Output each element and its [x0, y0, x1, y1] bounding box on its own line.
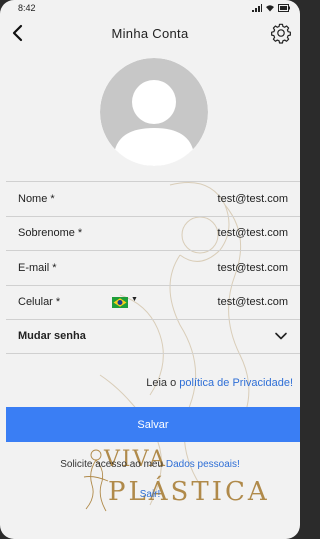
- privacy-policy-link[interactable]: política de Privacidade!: [179, 377, 293, 389]
- brand-logo: VIVA PLÁSTICA: [83, 447, 267, 517]
- field-label: Sobrenome *: [18, 227, 83, 240]
- country-dropdown-caret-icon[interactable]: ▼: [131, 296, 138, 303]
- field-label: Nome *: [18, 192, 55, 205]
- save-button[interactable]: Salvar: [6, 407, 300, 442]
- field-label: E-mail *: [18, 261, 57, 274]
- chevron-down-icon[interactable]: [274, 329, 288, 343]
- phone-screen: 8:42 Minha Conta Nome * test@test.com So…: [0, 0, 300, 539]
- privacy-prefix: Leia o: [146, 377, 177, 389]
- data-request-prefix: Solicite acesso ao meu: [60, 459, 164, 470]
- battery-icon: [278, 4, 290, 12]
- account-form: Nome * test@test.com Sobrenome * test@te…: [6, 181, 300, 354]
- field-value[interactable]: test@test.com: [218, 227, 288, 239]
- personal-data-link[interactable]: Dados pessoais!: [166, 459, 240, 470]
- top-bar: Minha Conta: [0, 16, 300, 50]
- status-bar: 8:42: [0, 0, 300, 16]
- back-arrow-icon[interactable]: [8, 23, 28, 43]
- page-title: Minha Conta: [111, 25, 189, 41]
- wifi-icon: [266, 5, 274, 12]
- status-time: 8:42: [18, 3, 36, 13]
- gear-icon[interactable]: [270, 22, 292, 44]
- brand-figure-icon: [83, 449, 109, 512]
- field-celular[interactable]: Celular * ▼ test@test.com: [6, 284, 300, 320]
- brazil-flag-icon[interactable]: [112, 296, 128, 308]
- signal-icon: [252, 4, 262, 12]
- avatar-placeholder-icon: [100, 58, 208, 166]
- change-password-toggle[interactable]: Mudar senha: [6, 319, 300, 354]
- data-request: Solicite acesso ao meu Dados pessoais!: [0, 459, 300, 470]
- field-nome[interactable]: Nome * test@test.com: [6, 181, 300, 216]
- field-value[interactable]: test@test.com: [218, 193, 288, 205]
- field-sobrenome[interactable]: Sobrenome * test@test.com: [6, 215, 300, 251]
- privacy-notice: Leia o política de Privacidade!: [146, 377, 293, 389]
- field-email[interactable]: E-mail * test@test.com: [6, 250, 300, 285]
- field-value[interactable]: test@test.com: [218, 262, 288, 274]
- logout-link[interactable]: Sair!: [0, 489, 300, 500]
- field-label: Celular *: [18, 296, 61, 309]
- change-password-label: Mudar senha: [18, 330, 86, 343]
- avatar[interactable]: [100, 58, 208, 166]
- field-value[interactable]: test@test.com: [218, 296, 288, 308]
- status-icons: [252, 4, 290, 12]
